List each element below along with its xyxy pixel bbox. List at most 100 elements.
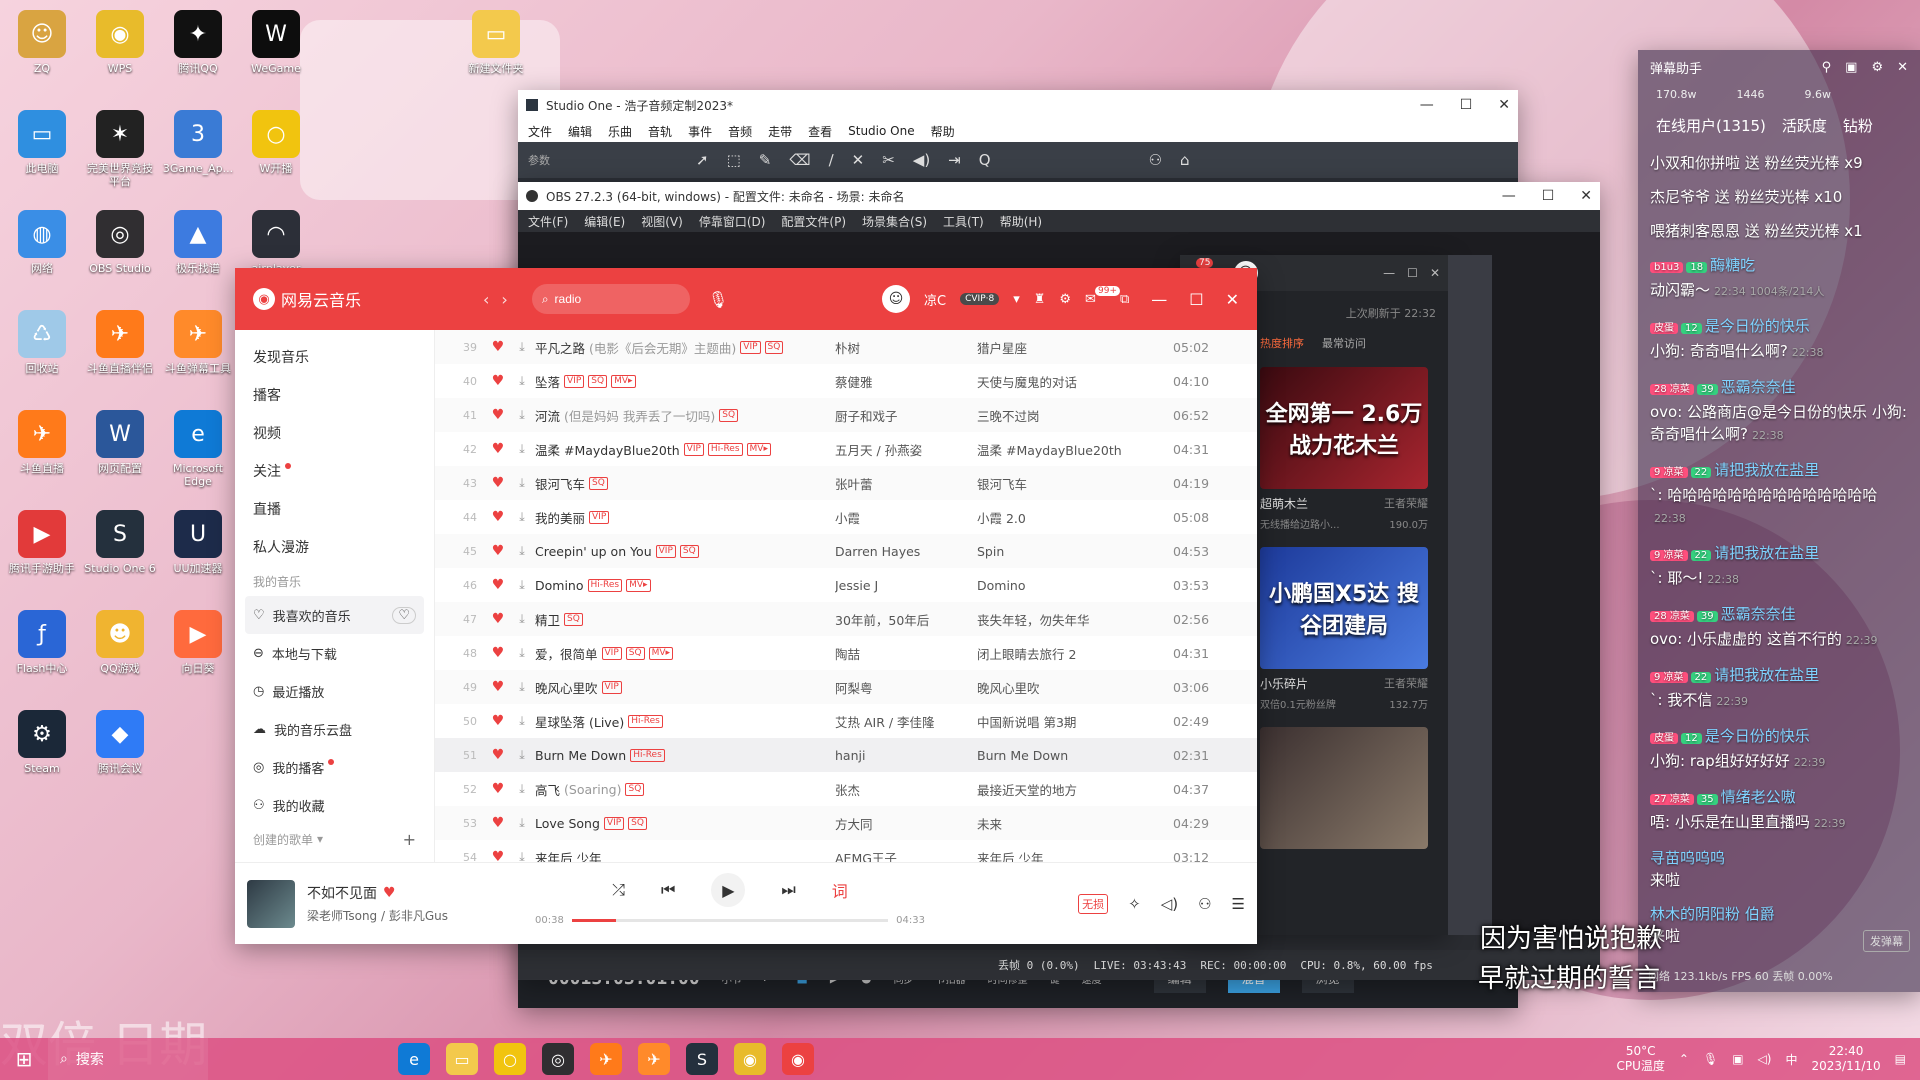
maximize-icon[interactable]: ☐ bbox=[1542, 188, 1555, 204]
netease-logo[interactable]: ◉ 网易云音乐 bbox=[253, 287, 463, 311]
song-title[interactable]: 精卫 bbox=[535, 610, 560, 629]
heart-icon[interactable]: ♥ bbox=[383, 885, 396, 901]
heartbeat-mode-icon[interactable]: ♡ bbox=[392, 606, 416, 624]
stream-card[interactable]: 全网第一 2.6万战力花木兰 超萌木兰 王者荣耀 无线播给边路小... 190.0万 bbox=[1260, 367, 1428, 531]
danmaku-message[interactable]: 9 凉菜 22 请把我放在盐里 `: 耶～! 22:38 bbox=[1638, 536, 1920, 597]
pencil-tool-icon[interactable]: ✎ bbox=[759, 151, 772, 169]
search-input[interactable] bbox=[554, 292, 665, 306]
desktop-icon[interactable]: ✈ 斗鱼直播 bbox=[6, 406, 78, 502]
studio-menu-edit[interactable]: 编辑 bbox=[568, 123, 592, 140]
desktop-icon[interactable]: ☻ QQ游戏 bbox=[84, 606, 156, 702]
song-row[interactable]: 52 ♥ ⤓ 高飞 (Soaring) SQ 张杰 最接近天堂的地方 04:37 bbox=[435, 772, 1257, 806]
desktop-icon[interactable]: W 网页配置 bbox=[84, 406, 156, 502]
sidebar-item-collection[interactable]: ⚇ 我的收藏 bbox=[235, 786, 434, 824]
desktop-icon[interactable]: ◎ OBS Studio bbox=[84, 206, 156, 302]
sort-recent[interactable]: 最常访问 bbox=[1322, 335, 1366, 351]
listen-tool-icon[interactable]: ◀) bbox=[913, 151, 930, 169]
song-album[interactable]: Spin bbox=[977, 544, 1173, 559]
song-artist[interactable]: Jessie J bbox=[835, 578, 977, 593]
song-row[interactable]: 48 ♥ ⤓ 爱，很简单 VIP SQ MV▸ 陶喆 闭上眼睛去旅行 2 04:31 bbox=[435, 636, 1257, 670]
obs-menu-profile[interactable]: 配置文件(P) bbox=[781, 213, 846, 230]
heart-icon[interactable]: ♥ bbox=[487, 407, 509, 423]
desktop-icon[interactable]: ◉ WPS bbox=[84, 6, 156, 102]
desktop-icon[interactable]: ▭ 此电脑 bbox=[6, 106, 78, 202]
song-artist[interactable]: 蔡健雅 bbox=[835, 372, 977, 391]
w-live-icon[interactable]: ○ bbox=[494, 1043, 526, 1075]
download-icon[interactable]: ⤓ bbox=[509, 373, 535, 389]
song-artist[interactable]: 朴树 bbox=[835, 338, 977, 357]
minimize-icon[interactable]: — bbox=[1151, 290, 1167, 309]
desktop-icon[interactable]: ☺ ZQ bbox=[6, 6, 78, 102]
song-album[interactable]: 晚风心里吹 bbox=[977, 678, 1173, 697]
danmaku-message[interactable]: 皮蛋 12 是今日份的快乐 小狗: rap组好好好好 22:39 bbox=[1638, 719, 1920, 780]
song-artist[interactable]: 陶喆 bbox=[835, 644, 977, 663]
song-row[interactable]: 39 ♥ ⤓ 平凡之路 (电影《后会无期》主题曲) VIP SQ 朴树 猎户星座 05:02 bbox=[435, 330, 1257, 364]
song-album[interactable]: 中国新说唱 第3期 bbox=[977, 712, 1173, 731]
studio-menu-view[interactable]: 查看 bbox=[808, 123, 832, 140]
studio-menu-studioone[interactable]: Studio One bbox=[848, 124, 914, 138]
obs-menu-dock[interactable]: 停靠窗口(D) bbox=[699, 213, 766, 230]
desktop-icon[interactable]: ✶ 完美世界竞技平台 bbox=[84, 106, 156, 202]
song-album[interactable]: 最接近天堂的地方 bbox=[977, 780, 1173, 799]
danmaku-message[interactable]: 小双和你拼啦 送 粉丝荧光棒 x9 bbox=[1638, 146, 1920, 180]
sidebar-item-discover[interactable]: 发现音乐 bbox=[235, 338, 434, 376]
heart-icon[interactable]: ♥ bbox=[487, 747, 509, 763]
download-icon[interactable]: ⤓ bbox=[509, 645, 535, 661]
avatar[interactable]: ☺ bbox=[882, 285, 911, 313]
ime-indicator[interactable]: 中 bbox=[1785, 1051, 1797, 1068]
heart-icon[interactable]: ♥ bbox=[487, 543, 509, 559]
quality-tag[interactable]: MV▸ bbox=[746, 442, 771, 456]
song-artist[interactable]: 张杰 bbox=[835, 780, 977, 799]
douyu-tool-icon[interactable]: ✈ bbox=[638, 1043, 670, 1075]
studio-menu-song[interactable]: 乐曲 bbox=[608, 123, 632, 140]
danmaku-message[interactable]: 27 凉菜 35 情绪老公嗷 唔: 小乐是在山里直播吗 22:39 bbox=[1638, 780, 1920, 841]
heart-icon[interactable]: ♥ bbox=[487, 713, 509, 729]
heart-icon[interactable]: ♥ bbox=[487, 781, 509, 797]
zoom-tool-icon[interactable]: Q bbox=[979, 151, 991, 169]
song-title[interactable]: 来年后 少年 bbox=[535, 848, 601, 863]
song-album[interactable]: 丧失年轻，勿失年华 bbox=[977, 610, 1173, 629]
mic-icon[interactable]: 🎙︎ bbox=[708, 290, 728, 309]
desktop-icon[interactable]: U UU加速器 bbox=[162, 506, 234, 602]
song-album[interactable]: Burn Me Down bbox=[977, 748, 1173, 763]
folder-icon[interactable]: ▭ bbox=[446, 1043, 478, 1075]
song-artist[interactable]: 小霞 bbox=[835, 508, 977, 527]
song-row[interactable]: 47 ♥ ⤓ 精卫 SQ 30年前，50年后 丧失年轻，勿失年华 02:56 bbox=[435, 602, 1257, 636]
download-icon[interactable]: ⤓ bbox=[509, 679, 535, 695]
network-icon[interactable]: ▣ bbox=[1732, 1052, 1743, 1066]
heart-icon[interactable]: ♥ bbox=[487, 611, 509, 627]
user-icon[interactable]: ⚇ bbox=[1149, 151, 1162, 169]
username[interactable]: 凉C bbox=[924, 290, 946, 309]
obs-menu-file[interactable]: 文件(F) bbox=[528, 213, 568, 230]
song-album[interactable]: 三晚不过岗 bbox=[977, 406, 1173, 425]
chevron-up-icon[interactable]: ⌃ bbox=[1679, 1052, 1689, 1066]
download-icon[interactable]: ⤓ bbox=[509, 713, 535, 729]
sidebar-item-liked[interactable]: ♡ 我喜欢的音乐 ♡ bbox=[245, 596, 424, 634]
studio-menu-audio[interactable]: 音频 bbox=[728, 123, 752, 140]
download-icon[interactable]: ⤓ bbox=[509, 577, 535, 593]
song-title[interactable]: 星球坠落 (Live) bbox=[535, 712, 624, 731]
desktop-icon[interactable]: ▭ 新建文件夹 bbox=[460, 6, 532, 102]
obs-menu-tools[interactable]: 工具(T) bbox=[943, 213, 984, 230]
heart-icon[interactable]: ♥ bbox=[487, 645, 509, 661]
song-artist[interactable]: hanji bbox=[835, 748, 977, 763]
sidebar-item-cloud[interactable]: ☁ 我的音乐云盘 bbox=[235, 710, 434, 748]
minimize-icon[interactable]: — bbox=[1502, 188, 1516, 204]
minimize-icon[interactable]: — bbox=[1420, 97, 1434, 113]
danmaku-message[interactable]: 9 凉菜 22 请把我放在盐里 `: 哈哈哈哈哈哈哈哈哈哈哈哈哈哈 22:38 bbox=[1638, 453, 1920, 536]
studio-menu-event[interactable]: 事件 bbox=[688, 123, 712, 140]
heart-icon[interactable]: ♥ bbox=[487, 849, 509, 862]
close-icon[interactable]: ✕ bbox=[1430, 266, 1440, 280]
cpu-temp[interactable]: 50°C CPU温度 bbox=[1617, 1044, 1665, 1074]
heart-icon[interactable]: ♥ bbox=[487, 815, 509, 831]
song-title[interactable]: 高飞 bbox=[535, 780, 560, 799]
close-icon[interactable]: ✕ bbox=[1226, 290, 1239, 309]
download-icon[interactable]: ⤓ bbox=[509, 849, 535, 862]
tab-online-users[interactable]: 在线用户(1315) bbox=[1656, 115, 1766, 136]
notification-icon[interactable]: ▤ bbox=[1895, 1052, 1906, 1066]
obs-menu-edit[interactable]: 编辑(E) bbox=[584, 213, 625, 230]
studio-menu-help[interactable]: 帮助 bbox=[931, 123, 955, 140]
sidebar-item-my-podcast[interactable]: ◎ 我的播客 bbox=[235, 748, 434, 786]
heart-icon[interactable]: ♥ bbox=[487, 441, 509, 457]
quality-tag[interactable]: MV▸ bbox=[611, 374, 636, 388]
